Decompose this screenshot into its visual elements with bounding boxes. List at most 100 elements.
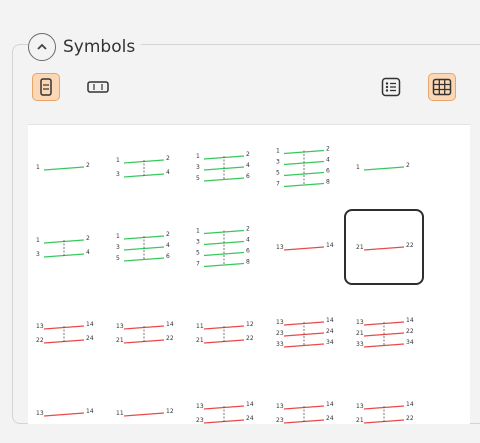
group-title: Symbols (63, 37, 136, 57)
symbol-cell[interactable]: 13 14 22 24 (32, 303, 96, 363)
grid-view-button[interactable] (428, 73, 456, 101)
terminal-label: 2 (86, 162, 90, 169)
contact-symbol: 21 22 (356, 242, 414, 251)
terminal-label: 1 (276, 148, 280, 155)
terminal-label: 33 (356, 341, 364, 348)
terminal-label: 22 (36, 337, 44, 344)
terminal-label: 1 (356, 164, 360, 171)
terminal-label: 5 (276, 170, 280, 177)
terminal-label: 14 (406, 317, 414, 324)
terminal-label: 34 (406, 339, 414, 346)
contact-line (363, 246, 405, 251)
symbol-cell[interactable]: 1 2 3 4 (112, 137, 176, 197)
terminal-label: 2 (86, 235, 90, 242)
symbol-cell[interactable]: 13 14 23 24 (272, 383, 336, 443)
terminal-label: 22 (246, 335, 254, 342)
contact-symbol: 1 2 3 4 5 6 7 8 (276, 146, 330, 188)
contact-symbol: 13 14 23 24 (196, 401, 254, 424)
contact-symbol: 1 2 3 4 5 6 (116, 231, 170, 262)
terminal-label: 6 (326, 168, 330, 175)
terminal-label: 3 (116, 244, 120, 251)
terminal-label: 1 (36, 164, 40, 171)
terminal-label: 21 (116, 337, 124, 344)
terminal-label: 2 (246, 226, 250, 233)
terminal-label: 1 (116, 233, 120, 240)
terminal-label: 21 (196, 337, 204, 344)
symbol-cell[interactable]: 1 2 3 4 (32, 217, 96, 277)
symbol-cell[interactable]: 13 14 (272, 217, 336, 277)
symbol-cell[interactable]: 1 2 3 4 5 6 7 8 (192, 217, 256, 277)
terminal-label: 8 (326, 179, 330, 186)
terminal-label: 2 (246, 151, 250, 158)
contact-symbol: 1 2 3 4 (116, 155, 170, 178)
terminal-label: 2 (166, 231, 170, 238)
symbol-cell[interactable]: 12 (352, 137, 416, 197)
symbol-cell[interactable]: 13 14 21 22 (112, 303, 176, 363)
symbol-cell[interactable]: 13 14 23 24 33 34 (272, 303, 336, 363)
terminal-label: 33 (276, 341, 284, 348)
terminal-label: 12 (166, 408, 174, 415)
contact-symbol: 13 14 22 24 (36, 321, 94, 344)
terminal-label: 3 (116, 171, 120, 178)
contact-symbol: 13 14 (276, 242, 334, 251)
terminal-label: 11 (196, 323, 204, 330)
contact-symbol: 1 2 3 4 5 6 (196, 151, 250, 182)
terminal-label: 2 (166, 155, 170, 162)
terminal-label: 13 (356, 403, 364, 410)
symbol-cell[interactable]: 13 14 21 22 33 34 (352, 303, 416, 363)
terminal-label: 4 (246, 237, 250, 244)
terminal-label: 5 (196, 175, 200, 182)
contact-symbol: 1 2 3 4 5 6 7 8 (196, 226, 250, 268)
contact-symbol: 13 14 23 24 (276, 401, 334, 424)
contact-symbol: 13 14 21 22 (356, 401, 414, 424)
terminal-label: 4 (326, 157, 330, 164)
terminal-label: 3 (36, 251, 40, 258)
contact-symbol: 13 14 (36, 408, 94, 417)
terminal-label: 3 (196, 239, 200, 246)
symbol-cell[interactable]: 1 2 3 4 5 6 (192, 137, 256, 197)
contact-symbol: 12 (356, 162, 410, 171)
terminal-label: 14 (86, 321, 94, 328)
contact-line (363, 166, 405, 171)
terminal-label: 4 (166, 169, 170, 176)
terminal-label: 4 (246, 162, 250, 169)
terminal-label: 14 (86, 408, 94, 415)
symbol-cell[interactable]: 13 14 21 22 (352, 383, 416, 443)
terminal-label: 21 (356, 417, 364, 424)
symbol-grid: 1212341234561234567812123412345612345678… (28, 124, 470, 424)
terminal-label: 13 (276, 244, 284, 251)
terminal-label: 14 (166, 321, 174, 328)
terminal-label: 13 (116, 323, 124, 330)
list-view-button[interactable] (377, 73, 405, 101)
terminal-label: 1 (196, 228, 200, 235)
symbol-cell[interactable]: 11 12 (112, 383, 176, 443)
terminal-label: 14 (326, 401, 334, 408)
symbol-cell[interactable]: 12 (32, 137, 96, 197)
collapse-button[interactable] (28, 33, 56, 61)
portrait-layout-icon (40, 78, 52, 96)
symbol-cell[interactable]: 21 22 (344, 209, 424, 285)
symbol-cell[interactable]: 1 2 3 4 5 6 7 8 (272, 137, 336, 197)
terminal-label: 14 (246, 401, 254, 408)
contact-line (43, 166, 85, 171)
terminal-label: 24 (326, 328, 334, 335)
symbol-cell[interactable]: 1 2 3 4 5 6 (112, 217, 176, 277)
terminal-label: 14 (326, 317, 334, 324)
landscape-layout-button[interactable] (84, 73, 112, 101)
symbol-cell[interactable]: 13 14 23 24 (192, 383, 256, 443)
terminal-label: 23 (276, 330, 284, 337)
terminal-label: 22 (406, 415, 414, 422)
terminal-label: 6 (246, 248, 250, 255)
contact-symbol: 11 12 (116, 408, 174, 417)
symbol-cell[interactable]: 13 14 (32, 383, 96, 443)
portrait-layout-button[interactable] (32, 73, 60, 101)
terminal-label: 13 (196, 403, 204, 410)
contact-line (43, 412, 85, 417)
contact-symbol: 13 14 21 22 (116, 321, 174, 344)
terminal-label: 13 (36, 410, 44, 417)
symbol-cell[interactable]: 11 12 21 22 (192, 303, 256, 363)
terminal-label: 3 (276, 159, 280, 166)
list-view-icon (381, 77, 401, 97)
chevron-up-icon (37, 43, 47, 50)
contact-symbol: 11 12 21 22 (196, 321, 254, 344)
